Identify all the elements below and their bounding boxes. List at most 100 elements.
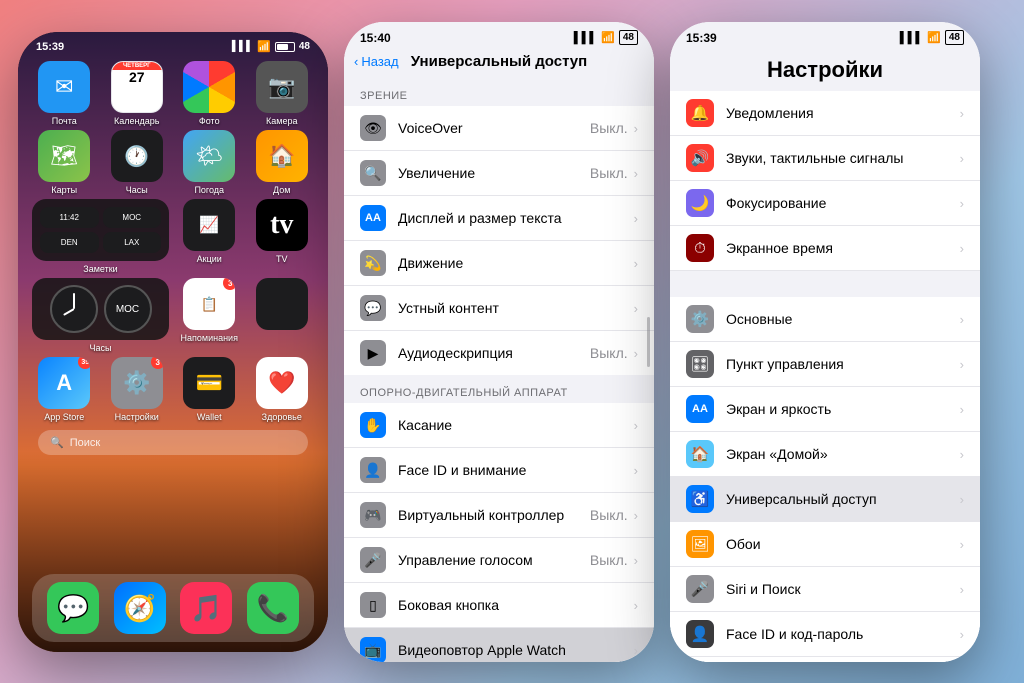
screen-time-icon: ⏱ — [686, 234, 714, 262]
display-icon: AA — [360, 205, 386, 231]
list-item-touch[interactable]: ✋ Касание › — [344, 403, 654, 448]
app-grid-row5: A 35 App Store ⚙️ 3 Настройки 💳 Wallet ❤… — [18, 355, 328, 424]
nav-bar-2: ‹ Назад Универсальный доступ — [344, 49, 654, 78]
motor-list: ✋ Касание › 👤 Face ID и внимание › 🎮 Вир… — [344, 403, 654, 662]
app-appstore[interactable]: A 35 App Store — [32, 357, 97, 422]
phone1-home: 15:39 ▌▌▌ 📶 48 ✉ Почта ЧЕТВЕРГ 27 — [18, 32, 328, 652]
battery-icon — [275, 42, 295, 52]
settings-home-screen[interactable]: 🏠 Экран «Домой» › — [670, 432, 980, 477]
list-item-zoom[interactable]: 🔍 Увеличение Выкл. › — [344, 151, 654, 196]
signal-3: ▌▌▌ — [900, 32, 923, 44]
app-grid-row2: 🗺 Карты 🕐 Часы 🌤 Погода 🏠 Дом — [18, 128, 328, 197]
dock: 💬 🧭 🎵 📞 — [32, 574, 314, 642]
section-motor: ОПОРНО-ДВИГАТЕЛЬНЫЙ АППАРАТ — [344, 375, 654, 403]
list-item-spoken[interactable]: 💬 Устный контент › — [344, 286, 654, 331]
wifi-3: 📶 — [927, 31, 941, 44]
settings-accessibility[interactable]: ♿ Универсальный доступ › — [670, 477, 980, 522]
dock-phone[interactable]: 📞 — [247, 582, 299, 634]
settings-emergency[interactable]: SOS Экстренный вызов — SOS › — [670, 657, 980, 662]
phone3-settings: 15:39 ▌▌▌ 📶 48 Настройки 🔔 Уведомления ›… — [670, 22, 980, 662]
settings-wallpaper[interactable]: 🖼 Обои › — [670, 522, 980, 567]
vision-list: 👁 VoiceOver Выкл. › 🔍 Увеличение Выкл. ›… — [344, 106, 654, 375]
audio-desc-icon: ▶ — [360, 340, 386, 366]
scroll-indicator — [647, 317, 650, 367]
settings-siri[interactable]: 🎤 Siri и Поиск › — [670, 567, 980, 612]
app-camera[interactable]: 📷 Камера — [250, 61, 315, 126]
search-bar[interactable]: 🔍 Поиск — [38, 430, 308, 455]
phone2-accessibility: 15:40 ▌▌▌ 📶 48 ‹ Назад Универсальный дос… — [344, 22, 654, 662]
list-item-voice-ctrl[interactable]: 🎤 Управление голосом Выкл. › — [344, 538, 654, 583]
app-health[interactable]: ❤️ Здоровье — [250, 357, 315, 422]
settings-group2: ⚙️ Основные › 🎛 Пункт управления › AA Эк… — [670, 297, 980, 662]
search-icon: 🔍 — [50, 436, 64, 449]
battery-3: 48 — [945, 30, 964, 45]
dock-music[interactable]: 🎵 — [180, 582, 232, 634]
battery-pct: 48 — [299, 41, 310, 52]
app-settings[interactable]: ⚙️ 3 Настройки — [105, 357, 170, 422]
app-stocks[interactable]: 📈 Акции — [177, 199, 242, 274]
faceid-icon: 👤 — [360, 457, 386, 483]
app-photos[interactable]: Фото — [177, 61, 242, 126]
settings-screen-time[interactable]: ⏱ Экранное время › — [670, 226, 980, 271]
settings-focus[interactable]: 🌙 Фокусирование › — [670, 181, 980, 226]
list-item-faceid[interactable]: 👤 Face ID и внимание › — [344, 448, 654, 493]
list-item-display[interactable]: AA Дисплей и размер текста › — [344, 196, 654, 241]
app-grid-row4: MOC Часы 📋 3 Напоминания — [18, 276, 328, 355]
app-reminders[interactable]: 📋 3 Напоминания — [177, 278, 242, 353]
voice-ctrl-icon: 🎤 — [360, 547, 386, 573]
app-home[interactable]: 🏠 Дом — [250, 130, 315, 195]
time-2: 15:40 — [360, 31, 391, 45]
accessibility-icon: ♿ — [686, 485, 714, 513]
settings-notifications[interactable]: 🔔 Уведомления › — [670, 91, 980, 136]
back-button[interactable]: ‹ Назад — [354, 54, 399, 69]
touch-icon: ✋ — [360, 412, 386, 438]
app-weather[interactable]: 🌤 Погода — [177, 130, 242, 195]
time-3: 15:39 — [686, 31, 717, 45]
list-item-motion[interactable]: 💫 Движение › — [344, 241, 654, 286]
settings-general[interactable]: ⚙️ Основные › — [670, 297, 980, 342]
settings-faceid-passcode[interactable]: 👤 Face ID и код-пароль › — [670, 612, 980, 657]
chevron-icon: › — [634, 166, 638, 181]
chevron-icon: › — [634, 346, 638, 361]
signal-icon: ▌▌▌ — [232, 41, 253, 52]
app-tv2[interactable] — [250, 278, 315, 353]
side-btn-icon: ▯ — [360, 592, 386, 618]
chevron-left-icon: ‹ — [354, 54, 358, 69]
settings-control-center[interactable]: 🎛 Пункт управления › — [670, 342, 980, 387]
app-mail[interactable]: ✉ Почта — [32, 61, 97, 126]
app-maps[interactable]: 🗺 Карты — [32, 130, 97, 195]
wifi-2: 📶 — [601, 31, 615, 44]
app-tv[interactable]: tv TV — [250, 199, 315, 274]
app-grid-row1: ✉ Почта ЧЕТВЕРГ 27 Календарь Фото 📷 Каме… — [18, 57, 328, 128]
list-item-apple-watch[interactable]: 📺 Видеоповтор Apple Watch › — [344, 628, 654, 662]
list-item-virtual-ctrl[interactable]: 🎮 Виртуальный контроллер Выкл. › — [344, 493, 654, 538]
settings-sounds[interactable]: 🔊 Звуки, тактильные сигналы › — [670, 136, 980, 181]
sounds-icon: 🔊 — [686, 144, 714, 172]
app-grid-row3: 11:42 MOC DEN LAX Заметки 📈 Акции tv TV — [18, 197, 328, 276]
siri-icon: 🎤 — [686, 575, 714, 603]
widget-clocks[interactable]: MOC Часы — [32, 278, 169, 353]
dock-messages[interactable]: 💬 — [47, 582, 99, 634]
chevron-icon: › — [634, 418, 638, 433]
widget-clock[interactable]: 11:42 MOC DEN LAX Заметки — [32, 199, 169, 274]
battery-2: 48 — [619, 30, 638, 45]
faceid-passcode-icon: 👤 — [686, 620, 714, 648]
chevron-icon: › — [634, 553, 638, 568]
voiceover-icon: 👁 — [360, 115, 386, 141]
app-clock[interactable]: 🕐 Часы — [105, 130, 170, 195]
signal-2: ▌▌▌ — [574, 32, 597, 44]
chevron-icon: › — [634, 256, 638, 271]
wallpaper-icon: 🖼 — [686, 530, 714, 558]
home-screen-icon: 🏠 — [686, 440, 714, 468]
section-vision: ЗРЕНИЕ — [344, 78, 654, 106]
chevron-icon: › — [634, 643, 638, 658]
app-calendar[interactable]: ЧЕТВЕРГ 27 Календарь — [105, 61, 170, 126]
list-item-audio-desc[interactable]: ▶ Аудиодескрипция Выкл. › — [344, 331, 654, 375]
app-wallet[interactable]: 💳 Wallet — [177, 357, 242, 422]
list-item-voiceover[interactable]: 👁 VoiceOver Выкл. › — [344, 106, 654, 151]
time-1: 15:39 — [36, 41, 64, 53]
list-item-side-btn[interactable]: ▯ Боковая кнопка › — [344, 583, 654, 628]
settings-display[interactable]: AA Экран и яркость › — [670, 387, 980, 432]
dock-safari[interactable]: 🧭 — [114, 582, 166, 634]
notifications-icon: 🔔 — [686, 99, 714, 127]
